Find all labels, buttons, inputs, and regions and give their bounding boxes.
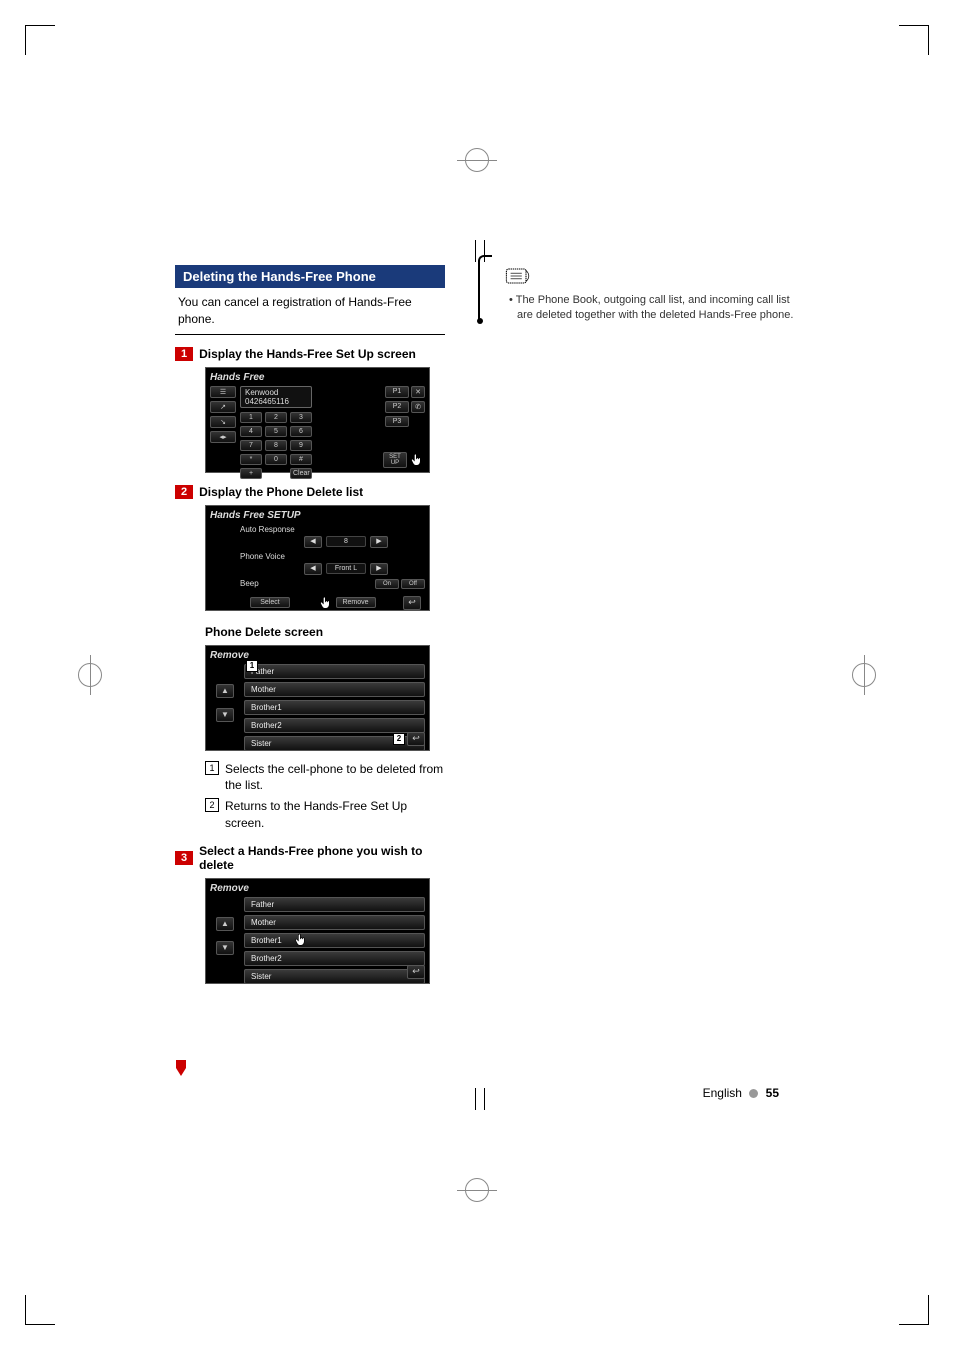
- note-icon: [505, 265, 533, 287]
- crop-mark: [899, 25, 929, 55]
- step-title-3: Select a Hands-Free phone you wish to de…: [199, 844, 445, 872]
- callout-ref-2: 2: [205, 798, 219, 812]
- back-icon: ↩: [403, 596, 421, 610]
- keypad-5: 5: [265, 426, 287, 437]
- intro-text: You can cancel a registration of Hands-F…: [175, 288, 445, 335]
- step-number-2: 2: [175, 485, 193, 499]
- registration-mark: [457, 1170, 497, 1210]
- crop-mark: [899, 1295, 929, 1325]
- touch-hand-icon: [293, 932, 309, 948]
- step-number-3: 3: [175, 851, 193, 865]
- callout-desc-2: Returns to the Hands-Free Set Up screen.: [225, 798, 445, 832]
- list-item: Brother1: [244, 933, 425, 948]
- page-footer: English 55: [703, 1086, 779, 1100]
- step-title-2: Display the Phone Delete list: [199, 485, 363, 499]
- left-arrow-icon: ◀: [304, 563, 322, 575]
- back-icon: ↩: [407, 965, 425, 979]
- keypad-0: 0: [265, 454, 287, 465]
- keypad-2: 2: [265, 412, 287, 423]
- remove-title: Remove: [210, 650, 249, 661]
- registration-mark: [70, 655, 110, 695]
- hands-free-setup-screenshot: Hands Free SETUP Auto Response ◀ 8 ▶ Pho…: [205, 505, 430, 611]
- back-icon: ↩: [407, 732, 425, 746]
- list-item: Mother: [244, 682, 425, 697]
- scroll-down-icon: ▼: [216, 941, 234, 955]
- continue-arrow-icon: [176, 1060, 186, 1076]
- remove-button: Remove: [336, 597, 376, 608]
- callout-2: 2: [393, 733, 405, 745]
- remove-screenshot-2: Remove ▲ ▼ Father Mother Brother1: [205, 878, 430, 984]
- beep-on: On: [375, 579, 399, 589]
- callout-desc-1: Selects the cell-phone to be deleted fro…: [225, 761, 445, 795]
- hf-contact-name: Kenwood: [245, 388, 307, 397]
- crop-mark: [25, 25, 55, 55]
- phone-delete-heading: Phone Delete screen: [205, 625, 445, 639]
- hf-title: Hands Free: [210, 372, 264, 383]
- left-arrow-icon: ◀: [304, 536, 322, 548]
- touch-hand-icon: [409, 452, 425, 468]
- hands-free-screenshot: Hands Free ☰ ↗ ↘ ◂▸ Kenwood 04264651: [205, 367, 430, 473]
- scroll-up-icon: ▲: [216, 917, 234, 931]
- registration-mark: [844, 655, 884, 695]
- phone-voice-value: Front L: [326, 563, 366, 574]
- keypad-star: *: [240, 454, 262, 465]
- list-item: Mother: [244, 915, 425, 930]
- footer-language: English: [703, 1086, 742, 1100]
- preset-p2: P2: [385, 401, 409, 413]
- keypad-8: 8: [265, 440, 287, 451]
- list-item: Brother2: [244, 951, 425, 966]
- list-item: Brother2: [244, 718, 425, 733]
- section-title: Deleting the Hands-Free Phone: [175, 265, 445, 288]
- right-arrow-icon: ▶: [370, 536, 388, 548]
- setup-title: Hands Free SETUP: [210, 510, 301, 521]
- beep-label: Beep: [240, 579, 300, 588]
- list-item: Father: [244, 664, 425, 679]
- keypad-1: 1: [240, 412, 262, 423]
- keypad-4: 4: [240, 426, 262, 437]
- right-arrow-icon: ▶: [370, 563, 388, 575]
- scroll-down-icon: ▼: [216, 708, 234, 722]
- setup-button: SET UP: [383, 452, 407, 468]
- list-item: Father: [244, 897, 425, 912]
- touch-hand-icon: [318, 595, 334, 611]
- scroll-up-icon: ▲: [216, 684, 234, 698]
- phonebook-icon: ☰: [210, 386, 236, 398]
- list-item: Sister: [244, 969, 425, 984]
- phone-voice-label: Phone Voice: [240, 552, 300, 561]
- step-title-1: Display the Hands-Free Set Up screen: [199, 347, 416, 361]
- keypad-hash: #: [290, 454, 312, 465]
- callout-1: 1: [246, 660, 258, 672]
- keypad-7: 7: [240, 440, 262, 451]
- preset-p1: P1: [385, 386, 409, 398]
- keypad-clear: Clear: [290, 468, 312, 479]
- remove-screenshot-1: Remove 1 ▲ ▼ Father Mother Brother1: [205, 645, 430, 751]
- keypad-3: 3: [290, 412, 312, 423]
- footer-page-number: 55: [766, 1086, 779, 1100]
- keypad-9: 9: [290, 440, 312, 451]
- auto-response-value: 8: [326, 536, 366, 547]
- select-button: Select: [250, 597, 290, 608]
- remove-title: Remove: [210, 883, 249, 894]
- outgoing-icon: ↗: [210, 401, 236, 413]
- beep-off: Off: [401, 579, 425, 589]
- hangup-icon: ✕: [411, 386, 425, 398]
- incoming-icon: ↘: [210, 416, 236, 428]
- guide-mark: [475, 1088, 485, 1110]
- step-number-1: 1: [175, 347, 193, 361]
- auto-response-label: Auto Response: [240, 525, 300, 534]
- call-icon: ✆: [411, 401, 425, 413]
- note-text: The Phone Book, outgoing call list, and …: [505, 293, 795, 323]
- footer-dot-icon: [749, 1089, 758, 1098]
- callout-ref-1: 1: [205, 761, 219, 775]
- hf-contact-number: 0426465116: [245, 397, 307, 406]
- keypad-plus: +: [240, 468, 262, 479]
- voice-icon: ◂▸: [210, 431, 236, 443]
- preset-p3: P3: [385, 416, 409, 427]
- keypad-6: 6: [290, 426, 312, 437]
- crop-mark: [25, 1295, 55, 1325]
- list-item: Brother1: [244, 700, 425, 715]
- list-item-label: Brother1: [251, 936, 282, 945]
- registration-mark: [457, 140, 497, 180]
